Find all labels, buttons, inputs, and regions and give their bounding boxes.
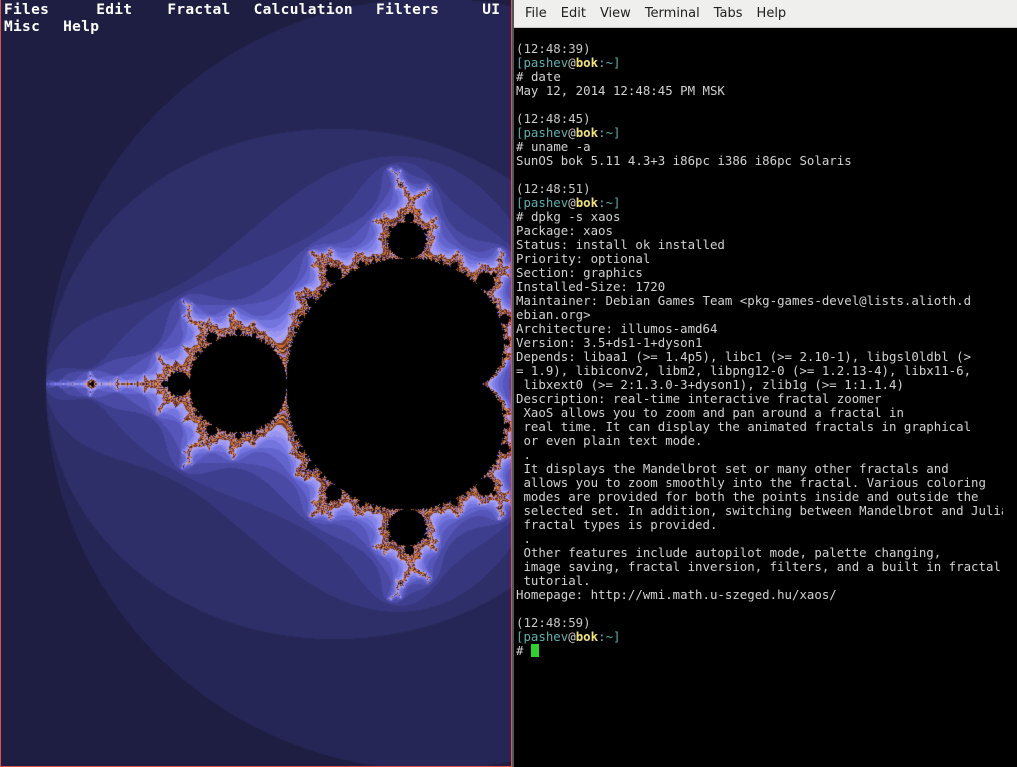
xaos-menubar: Files Edit Fractal Calculation Filters U… <box>4 2 509 36</box>
prompt-colon: : <box>598 195 606 210</box>
prompt-host: bok <box>575 55 599 70</box>
terminal-output-line: Maintainer: Debian Games Team <pkg-games… <box>516 293 972 308</box>
xaos-menu-edit[interactable]: Edit <box>96 2 132 18</box>
prompt-path: ~ <box>605 125 614 140</box>
prompt-close-bracket: ] <box>613 125 621 140</box>
terminal-command-line: # uname -a <box>516 140 1006 154</box>
prompt-host: bok <box>575 125 599 140</box>
prompt-at: @ <box>568 629 576 644</box>
prompt-host: bok <box>575 195 599 210</box>
terminal-command-line: # date <box>516 70 1006 84</box>
terminal-output-line: allows you to zoom smoothly into the fra… <box>516 475 986 490</box>
prompt-colon: : <box>598 55 606 70</box>
terminal-prompt-line: [pashev@bok:~] <box>516 126 1006 140</box>
prompt-at: @ <box>568 125 576 140</box>
xaos-menu-misc[interactable]: Misc <box>4 19 40 35</box>
terminal-output-line: SunOS bok 5.11 4.3+3 i86pc i386 i86pc So… <box>516 153 852 168</box>
terminal-timestamp: (12:48:45) <box>516 111 591 126</box>
terminal-menu-view[interactable]: View <box>597 6 639 21</box>
prompt-path: ~ <box>605 195 614 210</box>
terminal-menu-edit[interactable]: Edit <box>558 6 594 21</box>
terminal-output-line: Section: graphics <box>516 265 643 280</box>
terminal-command: dpkg -s xaos <box>530 209 621 224</box>
terminal-output-line: Priority: optional <box>516 251 651 266</box>
terminal-command: uname -a <box>530 139 591 154</box>
terminal-output-line: Architecture: illumos-amd64 <box>516 321 718 336</box>
terminal-output-line: real time. It can display the animated f… <box>516 419 972 434</box>
terminal-output-line: libxext0 (>= 2:1.3.0-3+dyson1), zlib1g (… <box>516 377 904 392</box>
terminal-timestamp: (12:48:59) <box>516 615 591 630</box>
prompt-path: ~ <box>605 629 614 644</box>
terminal-menu-file[interactable]: File <box>522 6 555 21</box>
terminal-output-line: Status: install ok installed <box>516 237 725 252</box>
prompt-colon: : <box>598 629 606 644</box>
terminal-output-line: Version: 3.5+ds1-1+dyson1 <box>516 335 703 350</box>
terminal-output-line: It displays the Mandelbrot set or many o… <box>516 461 949 476</box>
terminal-menu-help[interactable]: Help <box>754 6 795 21</box>
terminal-menu-tabs[interactable]: Tabs <box>711 6 751 21</box>
prompt-close-bracket: ] <box>613 195 621 210</box>
terminal-output-line: Other features include autopilot mode, p… <box>516 545 942 560</box>
terminal-output-line: Installed-Size: 1720 <box>516 279 666 294</box>
xaos-menu-filters[interactable]: Filters <box>376 2 439 18</box>
xaos-menubar-row-2: Misc Help <box>4 19 509 36</box>
terminal-command-line: # <box>516 644 1006 658</box>
terminal-prompt-line: [pashev@bok:~] <box>516 630 1006 644</box>
xaos-menu-files[interactable]: Files <box>4 2 49 18</box>
terminal-cursor[interactable] <box>530 644 539 657</box>
prompt-at: @ <box>568 195 576 210</box>
mandelbrot-fractal-view[interactable] <box>1 0 511 766</box>
terminal-output-line: Depends: libaa1 (>= 1.4p5), libc1 (>= 2.… <box>516 349 972 364</box>
prompt-colon: : <box>598 125 606 140</box>
terminal-output-line: Package: xaos <box>516 223 613 238</box>
xaos-menu-ui[interactable]: UI <box>482 2 500 18</box>
terminal-output-line: tutorial. <box>516 573 591 588</box>
terminal-output-line: = 1.9), libiconv2, libm2, libpng12-0 (>=… <box>516 363 972 378</box>
prompt-user: pashev <box>523 629 569 644</box>
terminal-scrollbar[interactable] <box>1003 28 1017 767</box>
xaos-menu-help[interactable]: Help <box>63 19 99 35</box>
prompt-user: pashev <box>523 125 569 140</box>
prompt-host: bok <box>575 629 599 644</box>
xaos-window: Files Edit Fractal Calculation Filters U… <box>0 0 512 767</box>
xaos-menu-calculation[interactable]: Calculation <box>254 2 353 18</box>
terminal-timestamp: (12:48:39) <box>516 41 591 56</box>
terminal-output-line: Homepage: http://wmi.math.u-szeged.hu/xa… <box>516 587 837 602</box>
terminal-output-line: Description: real-time interactive fract… <box>516 391 882 406</box>
terminal-output-line: . <box>516 531 531 546</box>
terminal-window: File Edit View Terminal Tabs Help (12:48… <box>512 0 1017 767</box>
terminal-output-line: May 12, 2014 12:48:45 PM MSK <box>516 83 725 98</box>
xaos-menu-fractal[interactable]: Fractal <box>167 2 230 18</box>
terminal-menu-terminal[interactable]: Terminal <box>642 6 708 21</box>
prompt-user: pashev <box>523 55 569 70</box>
terminal-prompt-line: [pashev@bok:~] <box>516 56 1006 70</box>
prompt-close-bracket: ] <box>613 55 621 70</box>
terminal-output-line: ebian.org> <box>516 307 591 322</box>
terminal-menubar: File Edit View Terminal Tabs Help <box>514 0 1017 28</box>
terminal-output-line: fractal types is provided. <box>516 517 718 532</box>
terminal-prompt-line: [pashev@bok:~] <box>516 196 1006 210</box>
terminal-output-line: or even plain text mode. <box>516 433 703 448</box>
xaos-menubar-row-1: Files Edit Fractal Calculation Filters U… <box>4 2 509 19</box>
terminal-output[interactable]: (12:48:39) [pashev@bok:~] # date May 12, 20… <box>516 41 1009 658</box>
terminal-timestamp: (12:48:51) <box>516 181 591 196</box>
prompt-user: pashev <box>523 195 569 210</box>
terminal-output-line: modes are provided for both the points i… <box>516 489 979 504</box>
terminal-command-line: # dpkg -s xaos <box>516 210 1006 224</box>
prompt-at: @ <box>568 55 576 70</box>
prompt-path: ~ <box>605 55 614 70</box>
prompt-close-bracket: ] <box>613 629 621 644</box>
terminal-output-line: . <box>516 447 531 462</box>
terminal-command: date <box>530 69 561 84</box>
terminal-output-line: XaoS allows you to zoom and pan around a… <box>516 405 904 420</box>
terminal-output-line: selected set. In addition, switching bet… <box>516 503 1009 518</box>
terminal-output-line: image saving, fractal inversion, filters… <box>516 559 1001 574</box>
